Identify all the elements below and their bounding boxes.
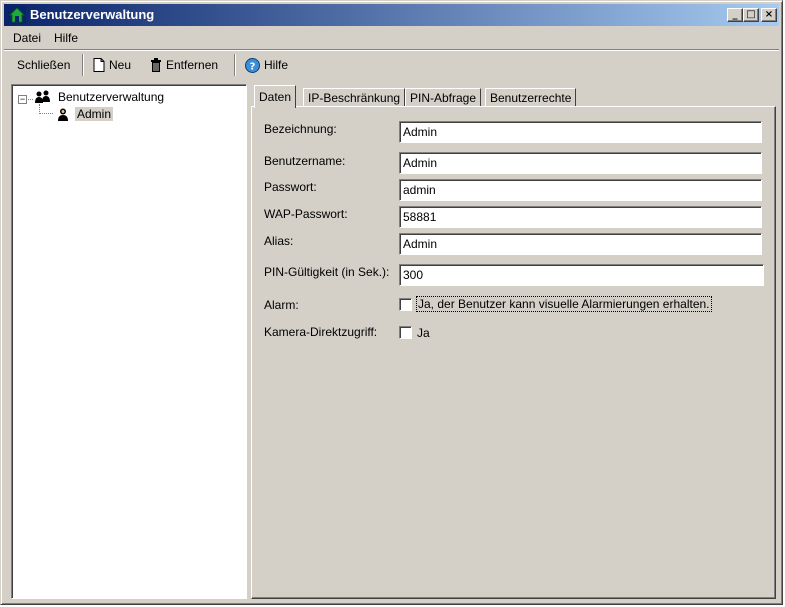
tree-item-admin[interactable]: Admin (56, 106, 114, 122)
wap-passwort-field[interactable]: 58881 (399, 206, 762, 228)
menu-bar: Datei Hilfe (4, 28, 779, 48)
wap-passwort-label: WAP-Passwort: (264, 207, 348, 221)
wap-passwort-value: 58881 (403, 210, 437, 224)
pin-gueltigkeit-field[interactable]: 300 (399, 264, 764, 286)
passwort-label: Passwort: (264, 180, 317, 194)
tab-label: IP-Beschränkung (308, 91, 401, 105)
minimize-icon: _ (732, 9, 738, 20)
window-title: Benutzerverwaltung (30, 7, 155, 22)
tab-control: Daten IP-Beschränkung PIN-Abfrage Benutz… (251, 84, 776, 599)
passwort-field[interactable]: admin (399, 179, 762, 201)
kamera-checkbox[interactable] (399, 326, 412, 339)
title-bar[interactable]: Benutzerverwaltung _ □ × (4, 4, 779, 26)
collapse-icon[interactable]: − (18, 95, 27, 104)
tab-ip-beschraenkung[interactable]: IP-Beschränkung (303, 88, 406, 107)
close-toolbar-label: Schließen (17, 58, 71, 72)
close-toolbar-button[interactable]: Schließen (17, 56, 70, 74)
pin-gueltigkeit-value: 300 (403, 268, 424, 282)
tree-item-label: Admin (75, 107, 114, 121)
benutzername-field[interactable]: Admin (399, 152, 762, 174)
remove-label: Entfernen (166, 58, 219, 72)
menu-datei[interactable]: Datei (13, 31, 41, 45)
help-button[interactable]: ? Hilfe (245, 56, 288, 74)
tree-root-label: Benutzerverwaltung (58, 90, 165, 104)
new-label: Neu (109, 58, 132, 72)
alias-value: Admin (403, 237, 438, 251)
alarm-label: Alarm: (264, 298, 299, 312)
alarm-checkbox[interactable] (399, 298, 412, 311)
alias-label: Alias: (264, 234, 294, 248)
new-button[interactable]: Neu (93, 56, 131, 74)
tree-root-item[interactable]: Benutzerverwaltung (34, 89, 164, 105)
alias-field[interactable]: Admin (399, 233, 762, 255)
tab-panel-daten: Bezeichnung: Admin Benutzername: Admin P… (251, 106, 776, 599)
bezeichnung-field[interactable]: Admin (399, 121, 762, 143)
alarm-checkbox-label[interactable]: Ja, der Benutzer kann visuelle Alarmieru… (416, 296, 712, 312)
user-icon (58, 108, 68, 121)
tree-connector (39, 113, 53, 114)
close-icon: × (764, 9, 774, 20)
tab-label: Benutzerrechte (490, 91, 572, 105)
svg-text:?: ? (250, 61, 256, 72)
tab-label: PIN-Abfrage (410, 91, 477, 105)
user-group-icon (35, 90, 50, 103)
kamera-checkbox-label[interactable]: Ja (417, 326, 430, 340)
new-document-icon (93, 58, 105, 72)
kamera-label: Kamera-Direktzugriff: (264, 325, 378, 339)
benutzername-label: Benutzername: (264, 154, 346, 168)
trash-icon (151, 58, 161, 72)
toolbar-separator (82, 54, 84, 76)
main-window: Benutzerverwaltung _ □ × Datei Hilfe Sch… (0, 0, 783, 605)
help-icon: ? (245, 57, 260, 73)
menu-hilfe[interactable]: Hilfe (54, 31, 78, 45)
house-icon (8, 6, 26, 24)
tab-pin-abfrage[interactable]: PIN-Abfrage (405, 88, 482, 107)
toolbar: Schließen Neu Entfernen ? Hilfe (4, 51, 779, 77)
close-button[interactable]: × (761, 8, 777, 22)
tree-connector (28, 99, 33, 100)
bezeichnung-value: Admin (403, 125, 438, 139)
help-label: Hilfe (264, 58, 289, 72)
tab-label: Daten (259, 90, 292, 104)
pin-gueltigkeit-label: PIN-Gültigkeit (in Sek.): (264, 265, 390, 279)
user-tree[interactable]: − Benutzerverwaltung Admin (11, 84, 247, 599)
remove-button[interactable]: Entfernen (150, 56, 218, 74)
passwort-value: admin (403, 183, 436, 197)
benutzername-value: Admin (403, 156, 438, 170)
minimize-button[interactable]: _ (727, 8, 743, 22)
tab-daten[interactable]: Daten (254, 85, 297, 108)
tab-benutzerrechte[interactable]: Benutzerrechte (485, 88, 577, 107)
bezeichnung-label: Bezeichnung: (264, 122, 337, 136)
maximize-icon: □ (746, 9, 756, 20)
maximize-button[interactable]: □ (743, 8, 759, 22)
toolbar-separator (234, 54, 236, 76)
